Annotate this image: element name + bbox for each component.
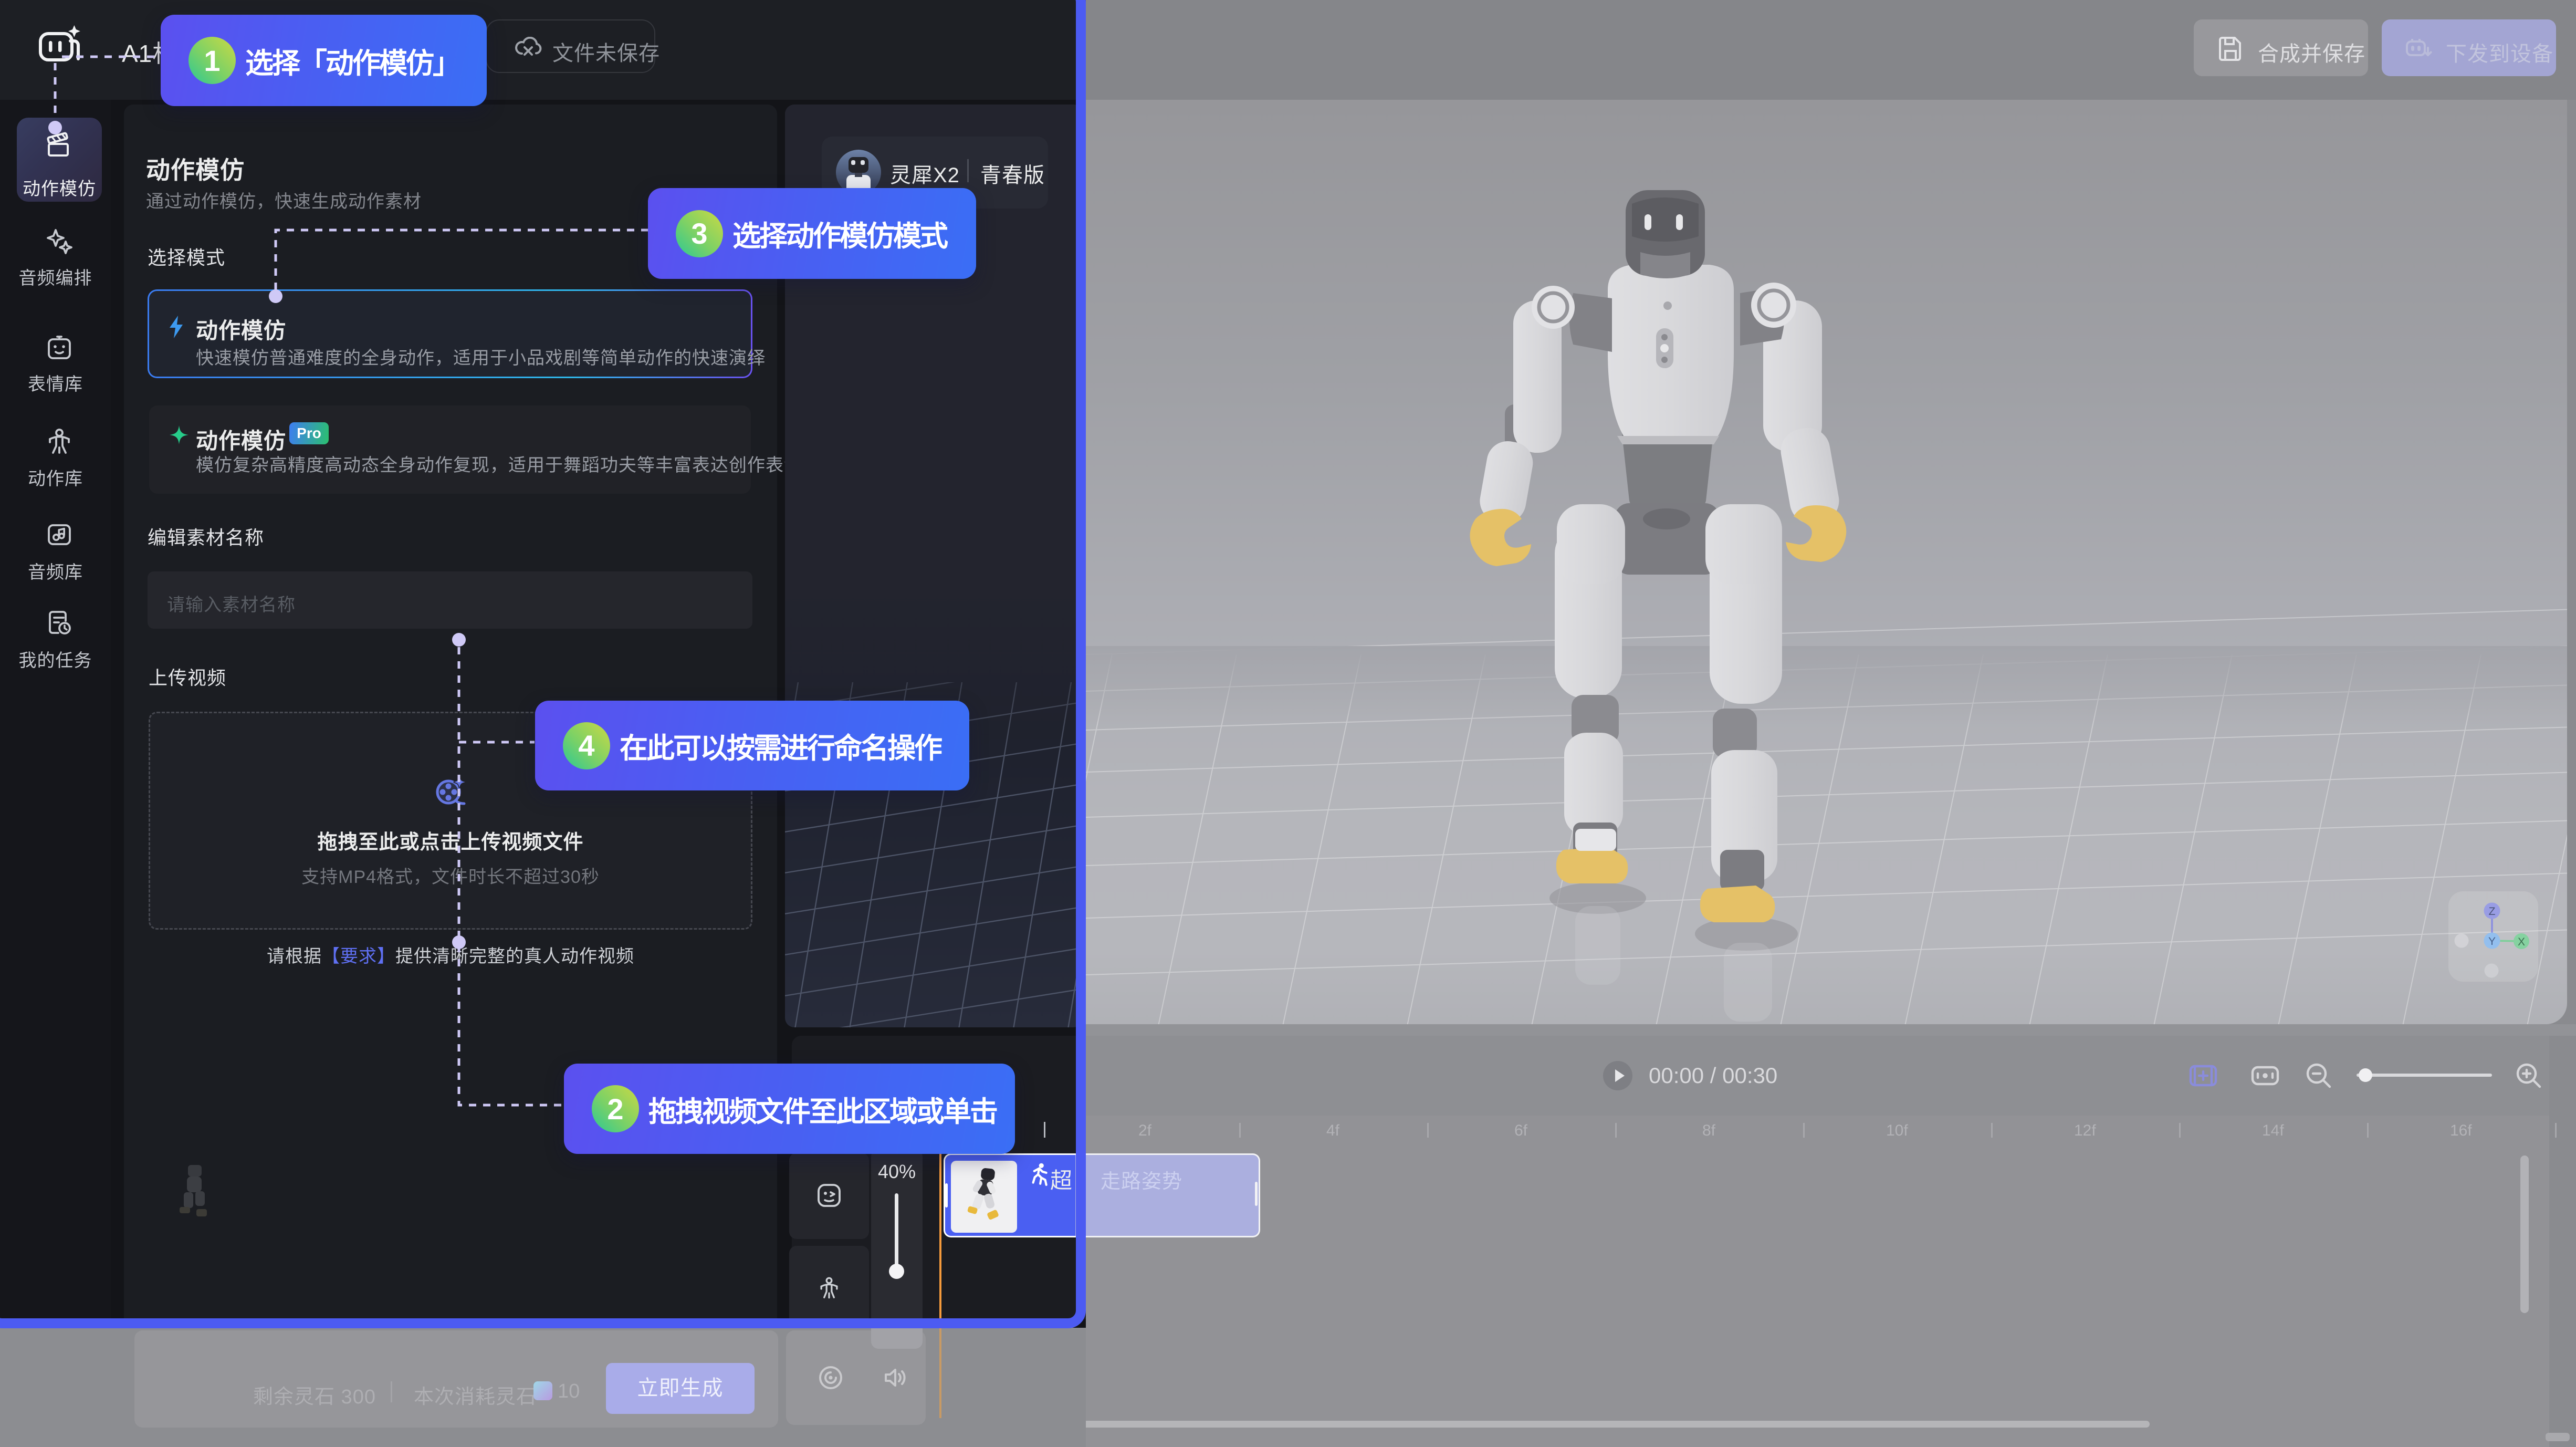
svg-text:X: X	[2518, 936, 2525, 948]
svg-text:Y: Y	[2488, 935, 2496, 948]
svg-text:Z: Z	[2489, 905, 2496, 918]
